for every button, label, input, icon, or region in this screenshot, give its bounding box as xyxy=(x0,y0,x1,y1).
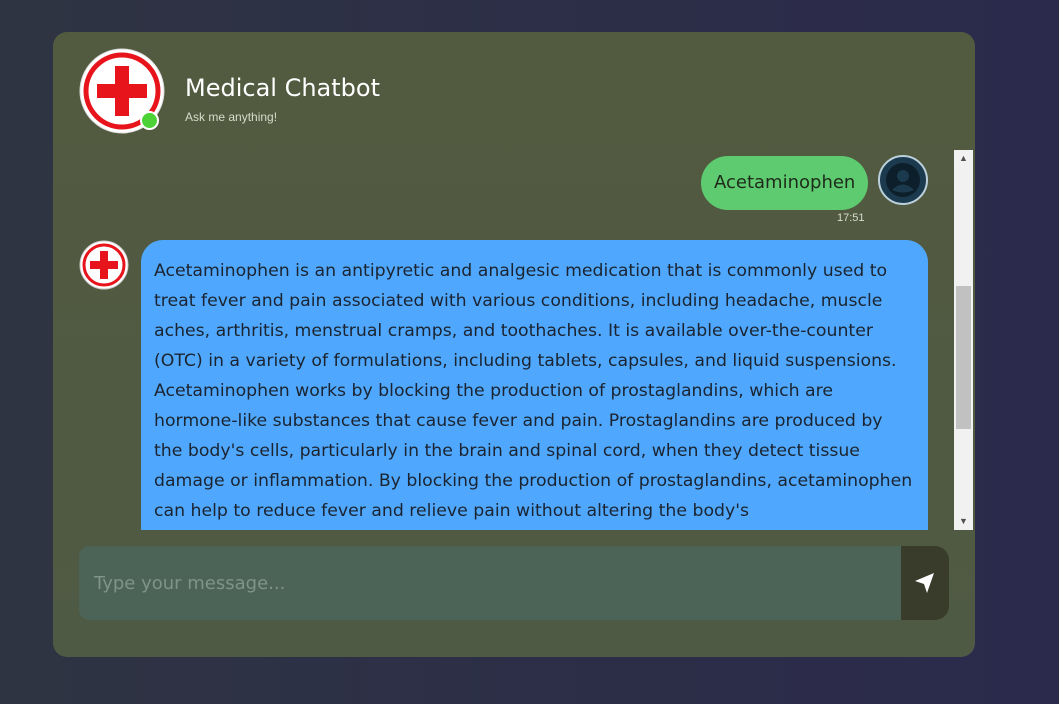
medical-cross-icon xyxy=(79,240,129,290)
user-message-bubble: Acetaminophen xyxy=(701,156,869,210)
message-input[interactable] xyxy=(79,546,901,620)
bot-avatar xyxy=(79,240,129,290)
scroll-down-arrow-icon[interactable]: ▼ xyxy=(954,513,973,530)
chat-subtitle: Ask me anything! xyxy=(185,110,278,124)
user-icon xyxy=(886,163,920,197)
bot-message-bubble: Acetaminophen is an antipyretic and anal… xyxy=(141,240,928,530)
scrollbar-thumb[interactable] xyxy=(956,286,971,429)
user-avatar xyxy=(878,155,928,205)
message-input-container xyxy=(79,546,901,620)
message-scrollbar[interactable]: ▲ ▼ xyxy=(954,150,973,530)
chat-window: Medical Chatbot Ask me anything! Acetami… xyxy=(53,32,975,657)
scroll-up-arrow-icon[interactable]: ▲ xyxy=(954,150,973,167)
chat-title: Medical Chatbot xyxy=(185,74,380,102)
send-icon xyxy=(915,573,934,593)
online-status-indicator xyxy=(140,111,159,130)
message-timestamp: 17:51 xyxy=(837,212,865,224)
message-list[interactable]: Acetaminophen 17:51 Acetaminophen is an … xyxy=(53,150,973,530)
chat-header: Medical Chatbot Ask me anything! xyxy=(79,48,939,136)
send-button[interactable] xyxy=(901,546,949,620)
